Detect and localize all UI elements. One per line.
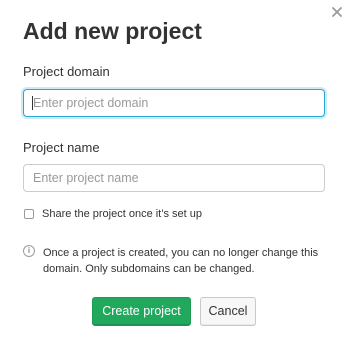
close-icon-glyph [332,7,342,17]
project-domain-input[interactable] [23,89,325,117]
share-project-checkbox[interactable] [24,209,34,219]
share-project-label[interactable]: Share the project once it’s set up [42,207,202,221]
text-caret [32,96,33,110]
dialog-title: Add new project [23,18,202,44]
share-project-option[interactable]: Share the project once it’s set up [23,207,202,221]
add-project-dialog: Add new project Project domain Project n… [0,0,348,351]
domain-change-notice: Once a project is created, you can no lo… [43,247,319,275]
project-name-label: Project name [23,140,100,155]
cancel-button[interactable]: Cancel [200,297,256,326]
create-project-button[interactable]: Create project [92,297,191,326]
project-domain-label: Project domain [23,64,110,79]
project-name-input[interactable] [23,164,325,192]
info-icon: i [23,245,35,257]
close-icon[interactable] [330,5,344,19]
